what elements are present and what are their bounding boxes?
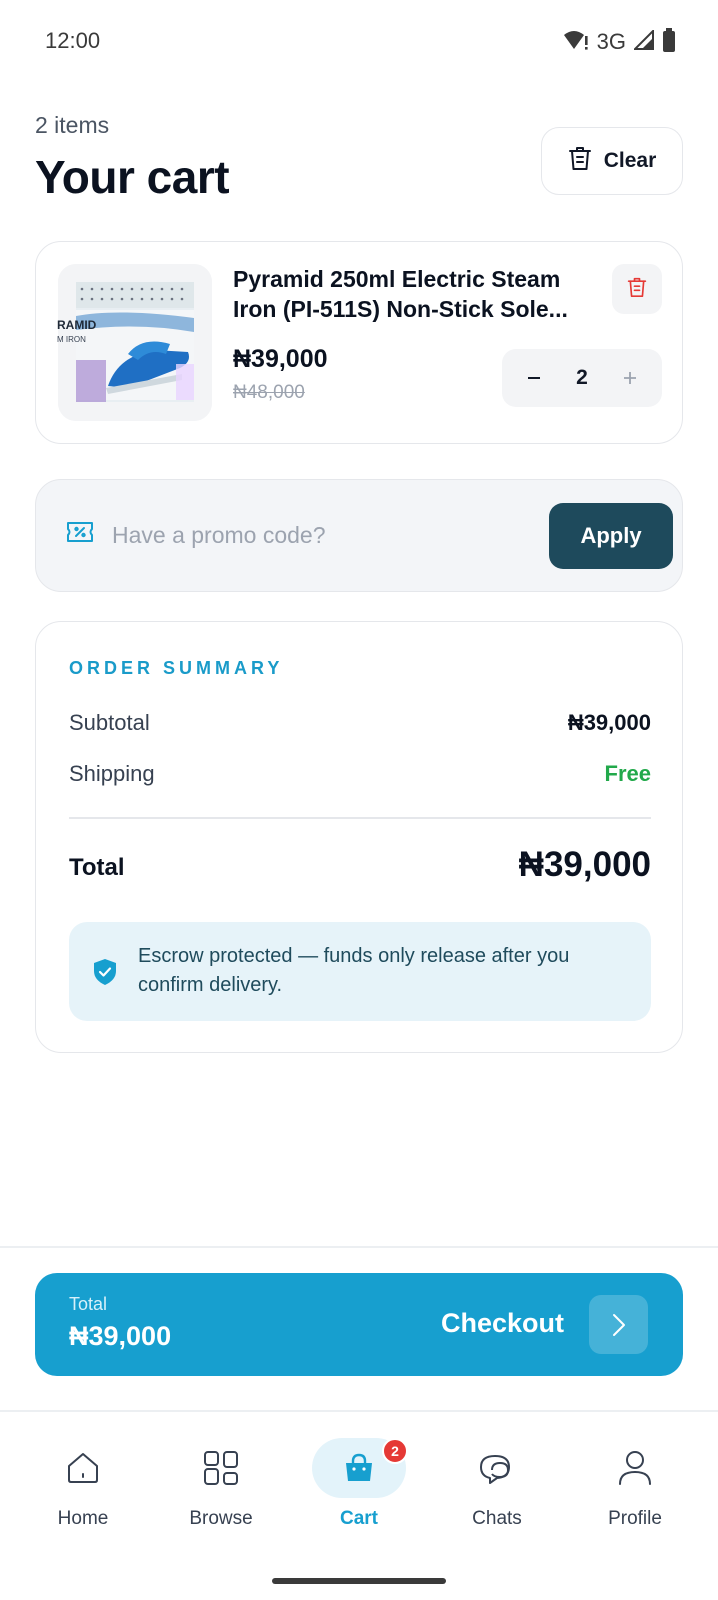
decrease-quantity-button[interactable] <box>524 364 544 392</box>
user-icon <box>588 1438 682 1498</box>
nav-item-home[interactable]: Home <box>14 1412 152 1552</box>
quantity-stepper: 2 <box>502 349 662 407</box>
clear-cart-button[interactable]: Clear <box>541 127 683 195</box>
checkout-divider <box>0 1246 718 1248</box>
cart-badge: 2 <box>382 1438 408 1464</box>
wifi-alert-icon <box>563 29 589 56</box>
bottom-nav: Home Browse 2 Cart Chats Profile <box>0 1412 718 1600</box>
shipping-label: Shipping <box>69 761 155 786</box>
quantity-value: 2 <box>576 366 588 389</box>
items-count: 2 items <box>35 112 110 138</box>
home-icon <box>36 1438 130 1498</box>
product-title[interactable]: Pyramid 250ml Electric Steam Iron (PI-51… <box>233 264 608 326</box>
checkout-total-value: ₦39,000 <box>69 1321 172 1351</box>
nav-label-browse: Browse <box>189 1508 253 1529</box>
battery-icon <box>662 27 676 57</box>
network-type: 3G <box>596 29 626 54</box>
summary-divider <box>69 817 651 819</box>
apply-promo-button[interactable]: Apply <box>549 503 673 569</box>
subtotal-label: Subtotal <box>69 710 150 735</box>
signal-icon <box>632 28 654 55</box>
nav-label-profile: Profile <box>608 1508 662 1529</box>
chevron-right-icon <box>589 1295 648 1354</box>
subtotal-value: ₦39,000 <box>567 710 651 735</box>
chat-icon <box>450 1438 544 1498</box>
cart-item-card[interactable]: Pyramid 250ml Electric Steam Iron (PI-51… <box>35 241 683 444</box>
order-summary: ORDER SUMMARY Subtotal ₦39,000 Shipping … <box>35 621 683 1053</box>
status-icons: 3G <box>563 27 676 57</box>
checkout-button[interactable]: Total ₦39,000 Checkout <box>35 1273 683 1376</box>
nav-label-cart: Cart <box>339 1508 378 1529</box>
page-title: Your cart <box>35 151 230 203</box>
grid-icon <box>174 1438 268 1498</box>
nav-item-chats[interactable]: Chats <box>428 1412 566 1552</box>
nav-item-profile[interactable]: Profile <box>566 1412 704 1552</box>
discount-ticket-icon <box>65 520 95 549</box>
trash-icon <box>627 276 647 303</box>
shipping-value: Free <box>604 761 651 786</box>
plus-icon <box>624 372 636 384</box>
nav-item-cart[interactable]: 2 Cart <box>290 1412 428 1552</box>
nav-item-browse[interactable]: Browse <box>152 1412 290 1552</box>
promo-code-section: Apply <box>35 479 683 592</box>
total-label: Total <box>69 854 125 881</box>
cart-screen: 12:00 3G 2 items Your cart Clear Pyramid… <box>0 0 718 1600</box>
checkout-total-label: Total <box>69 1294 108 1314</box>
home-indicator[interactable] <box>272 1578 446 1584</box>
remove-item-button[interactable] <box>612 264 662 314</box>
total-value: ₦39,000 <box>518 845 651 884</box>
status-time: 12:00 <box>45 28 101 53</box>
increase-quantity-button[interactable] <box>620 364 640 392</box>
trash-icon <box>568 145 592 177</box>
status-bar: 12:00 3G <box>0 0 718 84</box>
nav-label-home: Home <box>57 1508 109 1529</box>
escrow-notice: Escrow protected — funds only release af… <box>69 922 651 1021</box>
checkout-label: Checkout <box>441 1308 565 1338</box>
minus-icon <box>528 377 540 379</box>
summary-heading: ORDER SUMMARY <box>69 658 284 678</box>
clear-label: Clear <box>603 149 657 172</box>
product-price: ₦39,000 <box>233 345 328 373</box>
escrow-text: Escrow protected — funds only release af… <box>138 945 570 996</box>
product-image[interactable] <box>58 264 212 421</box>
product-old-price: ₦48,000 <box>233 382 305 403</box>
promo-code-input[interactable] <box>112 510 512 560</box>
nav-label-chats: Chats <box>472 1508 522 1529</box>
shield-check-icon <box>93 958 117 991</box>
